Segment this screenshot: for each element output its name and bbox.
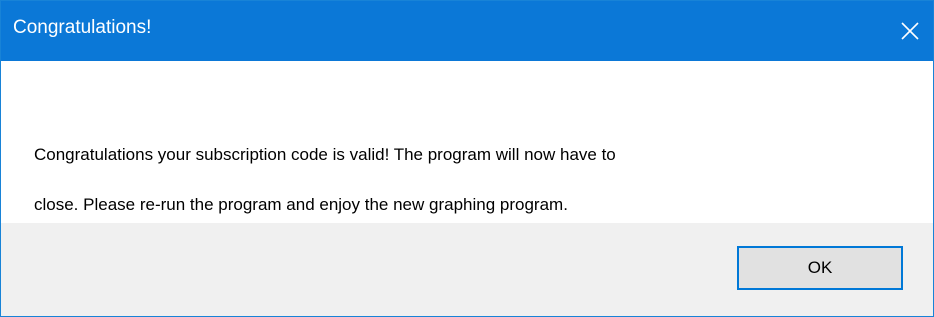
- button-bar: OK: [1, 223, 933, 316]
- ok-button[interactable]: OK: [737, 246, 903, 290]
- message-line-2: close. Please re-run the program and enj…: [34, 195, 568, 214]
- message-dialog: Congratulations! Congratulations your su…: [0, 0, 934, 317]
- message-line-1: Congratulations your subscription code i…: [34, 145, 616, 164]
- ok-button-label: OK: [807, 258, 833, 277]
- message-area: Congratulations your subscription code i…: [1, 61, 933, 223]
- window-title: Congratulations!: [13, 17, 152, 38]
- title-bar[interactable]: Congratulations!: [1, 1, 933, 61]
- close-button[interactable]: [887, 1, 933, 61]
- close-icon: [901, 22, 919, 40]
